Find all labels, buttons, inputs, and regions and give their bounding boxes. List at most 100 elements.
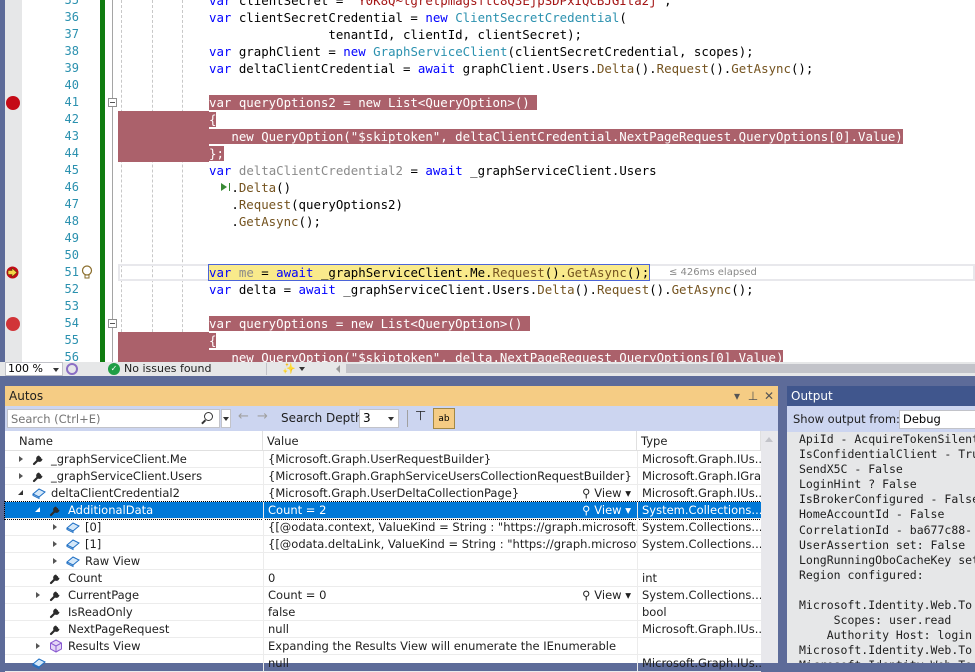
code-line[interactable]: 41 var queryOptions2 = new List<QueryOpti… xyxy=(0,94,975,111)
horizontal-scrollbar[interactable] xyxy=(346,364,975,373)
autos-row[interactable]: Count 0 int xyxy=(5,570,761,587)
code-line[interactable]: 37 tenantId, clientId, clientSecret); xyxy=(0,26,975,43)
collapse-toggle[interactable] xyxy=(108,98,117,107)
visualizer-view-button[interactable]: ⚲ View ▾ xyxy=(582,587,631,603)
autos-row[interactable]: _graphServiceClient.Users {Microsoft.Grap… xyxy=(5,468,761,485)
row-value-cell[interactable]: false xyxy=(263,604,637,621)
autos-row[interactable]: _graphServiceClient.Me {Microsoft.Graph.U… xyxy=(5,451,761,468)
column-header-type[interactable]: Type xyxy=(637,431,761,451)
row-value-cell[interactable]: null xyxy=(263,621,637,638)
column-header-name[interactable]: Name xyxy=(5,431,263,451)
code-editor[interactable]: 35 var clientSecret = "Y0K8Q~tgretpmagsft… xyxy=(0,0,975,362)
output-source-select[interactable]: Debug xyxy=(899,410,975,429)
code-line[interactable]: 50 xyxy=(0,247,975,264)
window-menu-icon[interactable]: ▾ xyxy=(730,386,744,406)
autos-row[interactable]: IsReadOnly false bool xyxy=(5,604,761,621)
code-line[interactable]: 49 xyxy=(0,230,975,247)
code-line[interactable]: 45 var deltaClientCredential2 = await _gr… xyxy=(0,162,975,179)
code-line[interactable]: 54 var queryOptions = new List<QueryOptio… xyxy=(0,315,975,332)
row-value-cell[interactable]: Count = 0 ⚲ View ▾ xyxy=(263,587,637,604)
current-statement-arrow-icon[interactable] xyxy=(5,266,20,279)
expand-icon[interactable] xyxy=(36,592,40,598)
code-line[interactable]: 39 var deltaClientCredential = await grap… xyxy=(0,60,975,77)
column-header-value[interactable]: Value xyxy=(263,431,637,451)
autos-row[interactable]: Raw View xyxy=(5,553,761,570)
arrow-right-icon[interactable]: → xyxy=(257,409,268,424)
autos-row[interactable]: deltaClientCredential2 {Microsoft.Graph.U… xyxy=(5,485,761,502)
chevron-down-icon[interactable] xyxy=(299,367,305,371)
search-box[interactable] xyxy=(7,409,220,428)
autos-row[interactable]: [0] {[@odata.context, ValueKind = String … xyxy=(5,519,761,536)
row-value-cell[interactable]: {Microsoft.Graph.UserDeltaCollectionPage… xyxy=(263,485,637,502)
breakpoint-highlight xyxy=(118,349,209,362)
lightbulb-icon[interactable] xyxy=(81,265,93,280)
search-depth-select[interactable]: 3 xyxy=(359,409,399,428)
code-line[interactable]: 55 { xyxy=(0,332,975,349)
visualizer-view-button[interactable]: ⚲ View ▾ xyxy=(582,485,631,501)
code-line[interactable]: 56 new QueryOption("$skiptoken", delta.N… xyxy=(0,349,975,362)
output-line: Region configured: xyxy=(799,567,924,582)
row-value-cell[interactable]: {Microsoft.Graph.GraphServiceUsersCollec… xyxy=(263,468,637,485)
autos-row[interactable]: NextPageRequest null Microsoft.Graph.IUs..… xyxy=(5,621,761,638)
code-line[interactable]: 51 var me = await _graphServiceClient.Me.… xyxy=(0,264,975,281)
code-line[interactable]: 53 xyxy=(0,298,975,315)
row-value-cell[interactable]: Count = 2 ⚲ View ▾ xyxy=(263,502,637,519)
hex-display-toggle[interactable]: ab xyxy=(433,408,455,429)
collapse-icon[interactable] xyxy=(18,490,23,495)
row-type: System.Collections.... xyxy=(642,537,761,551)
collapse-icon[interactable] xyxy=(35,507,40,512)
expand-icon[interactable] xyxy=(19,473,23,479)
close-icon[interactable]: ✕ xyxy=(762,386,776,406)
code-line[interactable]: 46 .Delta() xyxy=(0,179,975,196)
collapse-toggle[interactable] xyxy=(108,319,117,328)
code-line[interactable]: 36 var clientSecretCredential = new Clien… xyxy=(0,9,975,26)
intellicode-icon[interactable] xyxy=(66,363,78,375)
code-line[interactable]: 38 var graphClient = new GraphServiceClie… xyxy=(0,43,975,60)
row-value-cell[interactable]: 0 xyxy=(263,570,637,587)
expand-icon[interactable] xyxy=(53,541,57,547)
visualizer-view-button[interactable]: ⚲ View ▾ xyxy=(582,502,631,518)
code-line[interactable]: 44}; xyxy=(0,145,975,162)
autos-title: Autos xyxy=(9,389,44,403)
row-value-cell[interactable]: {Microsoft.Graph.UserRequestBuilder} xyxy=(263,451,637,468)
code-line[interactable]: 48 .GetAsync(); xyxy=(0,213,975,230)
autos-row[interactable]: null Microsoft.Graph.IUs... xyxy=(5,655,761,672)
issues-status[interactable]: No issues found xyxy=(124,362,211,376)
code-line[interactable]: 43 new QueryOption("$skiptoken", deltaCl… xyxy=(0,128,975,145)
breakpoint-icon[interactable] xyxy=(6,317,20,331)
scroll-left-icon[interactable] xyxy=(336,365,340,373)
autos-row[interactable]: [1] {[@odata.deltaLink, ValueKind = Strin… xyxy=(5,536,761,553)
arrow-left-icon[interactable]: ← xyxy=(238,409,249,424)
row-value-cell[interactable]: null xyxy=(263,655,637,672)
search-icon[interactable] xyxy=(204,412,213,421)
pin-source-icon[interactable]: ⊤ xyxy=(415,409,429,427)
autos-row[interactable]: Results View Expanding the Results View w… xyxy=(5,638,761,655)
pin-icon[interactable]: ⊥ xyxy=(746,386,760,406)
zoom-level-value: 100 % xyxy=(8,362,43,375)
vertical-scrollbar[interactable] xyxy=(761,431,778,663)
scroll-up-icon[interactable] xyxy=(765,437,773,442)
row-value-cell[interactable]: {[@odata.deltaLink, ValueKind = String :… xyxy=(263,536,637,553)
code-line[interactable]: 40 xyxy=(0,77,975,94)
expand-icon[interactable] xyxy=(53,558,57,564)
search-input[interactable] xyxy=(8,410,198,427)
expand-icon[interactable] xyxy=(19,456,23,462)
expand-icon[interactable] xyxy=(36,643,40,649)
code-line[interactable]: 42 { xyxy=(0,111,975,128)
row-value-cell[interactable]: {[@odata.context, ValueKind = String : "… xyxy=(263,519,637,536)
autos-row[interactable]: AdditionalData Count = 2 ⚲ View ▾ System.Co… xyxy=(4,501,762,520)
autos-row[interactable]: CurrentPage Count = 0 ⚲ View ▾ System.Colle… xyxy=(5,587,761,604)
row-name-cell: [0] xyxy=(5,519,263,536)
output-text[interactable]: ApiId - AcquireTokenSilent IsConfidential… xyxy=(787,432,975,663)
code-cleanup-icon[interactable]: ✨ xyxy=(282,362,296,376)
line-number: 50 xyxy=(64,248,79,262)
row-value-cell[interactable] xyxy=(263,553,637,570)
search-options-dropdown[interactable] xyxy=(221,409,231,428)
zoom-level-select[interactable]: 100 % xyxy=(5,362,63,376)
code-line[interactable]: 35 var clientSecret = "Y0K8Q~tgretpmagsft… xyxy=(0,0,975,9)
expand-icon[interactable] xyxy=(53,524,57,530)
code-line[interactable]: 47 .Request(queryOptions2) xyxy=(0,196,975,213)
breakpoint-icon[interactable] xyxy=(6,96,20,110)
code-line[interactable]: 52 var delta = await _graphServiceClient.… xyxy=(0,281,975,298)
row-value-cell[interactable]: Expanding the Results View will enumerat… xyxy=(263,638,637,655)
